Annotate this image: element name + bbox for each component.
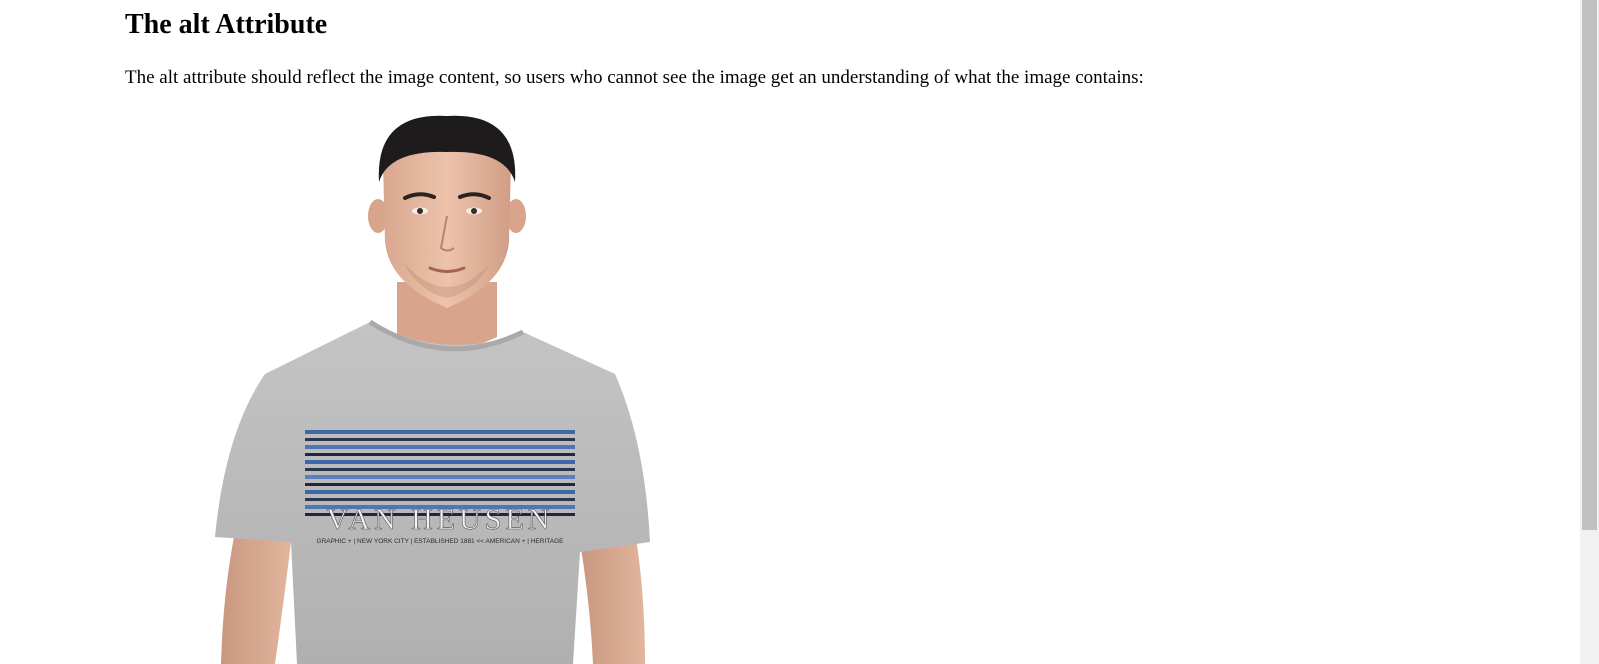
vertical-scrollbar[interactable]: [1580, 0, 1599, 664]
product-photo: VAN HEUSEN GRAPHIC + | NEW YORK CITY | E…: [205, 112, 675, 664]
page-title: The alt Attribute: [125, 9, 328, 40]
shirt-print-brand: VAN HEUSEN: [327, 503, 554, 536]
shirt-print-tagline: GRAPHIC + | NEW YORK CITY | ESTABLISHED …: [317, 538, 565, 545]
page: The alt Attribute The alt attribute shou…: [0, 0, 1580, 664]
scrollbar-thumb[interactable]: [1582, 0, 1597, 530]
intro-paragraph: The alt attribute should reflect the ima…: [125, 67, 1144, 88]
